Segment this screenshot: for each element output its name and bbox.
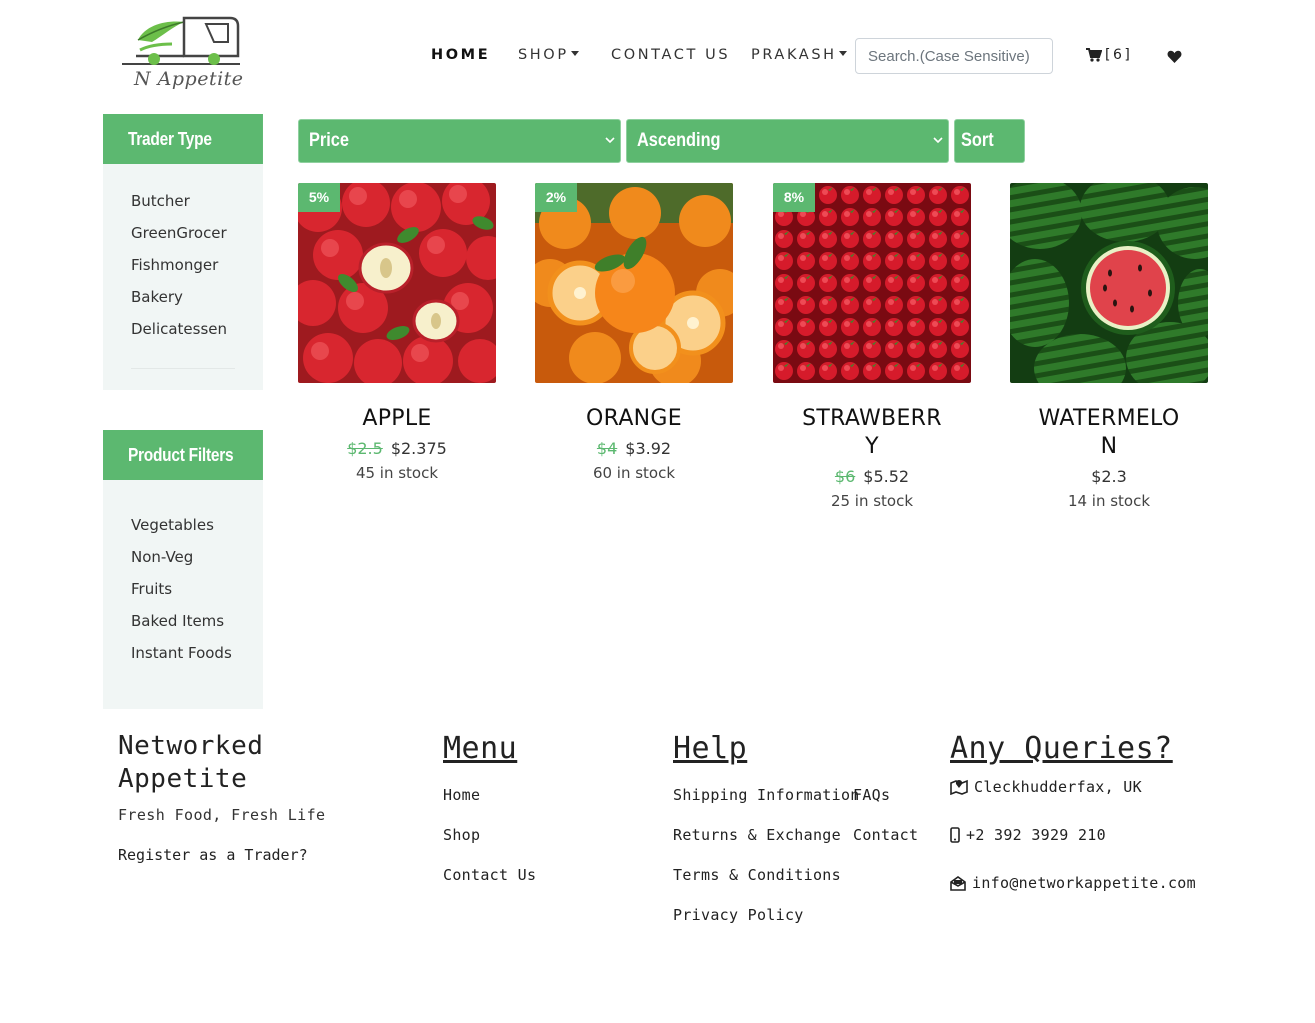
footer-email: info@networkappetite.com xyxy=(950,874,1196,892)
footer-link-returns[interactable]: Returns & Exchange xyxy=(673,826,841,844)
apples-photo xyxy=(298,183,496,383)
footer-menu-title: Menu xyxy=(443,731,518,766)
product-card-strawberry[interactable]: 8% STRAWBERRY $6 $5.52 25 in stock xyxy=(773,183,971,510)
product-card-apple[interactable]: 5% APPLE $2.5 $2.375 45 in stock xyxy=(298,183,496,482)
logo-text: N Appetite xyxy=(134,68,244,90)
site-logo[interactable]: N Appetite xyxy=(118,12,246,102)
footer-link-faqs[interactable]: FAQs xyxy=(853,786,890,804)
sort-by-button[interactable]: Sort By xyxy=(954,119,1025,193)
original-price: $2.5 xyxy=(347,439,383,458)
product-card-orange[interactable]: 2% ORANGE $4 $3.92 60 in stock xyxy=(535,183,733,482)
trader-type-panel: Trader Type Butcher GreenGrocer Fishmong… xyxy=(103,114,263,390)
discount-badge: 2% xyxy=(535,183,577,212)
footer-phone: +2 392 3929 210 xyxy=(950,826,1106,844)
footer-brand: Networked Appetite xyxy=(118,730,263,796)
product-name[interactable]: APPLE xyxy=(298,405,496,433)
address-text: Cleckhudderfax, UK xyxy=(974,778,1142,796)
footer-link-terms[interactable]: Terms & Conditions xyxy=(673,866,841,884)
chevron-down-icon xyxy=(838,51,847,56)
phone-text: +2 392 3929 210 xyxy=(966,826,1106,844)
product-price: $4 $3.92 xyxy=(535,439,733,458)
chevron-down-icon xyxy=(933,137,943,144)
discount-badge: 8% xyxy=(773,183,815,212)
strawberries-photo xyxy=(773,183,971,383)
chevron-down-icon xyxy=(570,51,579,56)
cart-count: [6] xyxy=(1105,47,1133,63)
wishlist-button[interactable] xyxy=(1167,49,1182,68)
sort-field-select[interactable]: Price xyxy=(298,119,621,163)
footer-link-contact[interactable]: Contact xyxy=(853,826,918,844)
trader-fishmonger[interactable]: Fishmonger xyxy=(131,256,218,274)
sale-price: $2.375 xyxy=(390,439,447,458)
watermelons-photo xyxy=(1010,183,1208,383)
product-price: $2.5 $2.375 xyxy=(298,439,496,458)
filter-instant-foods[interactable]: Instant Foods xyxy=(131,644,232,662)
footer-brand-line2: Appetite xyxy=(118,764,248,794)
sort-order-select[interactable]: Ascending xyxy=(626,119,949,163)
sale-price: $3.92 xyxy=(625,439,672,458)
map-marker-icon xyxy=(950,779,968,795)
sort-field-value: Price xyxy=(309,130,349,151)
footer-queries-title: Any Queries? xyxy=(950,731,1173,766)
stock-count: 45 in stock xyxy=(355,464,439,482)
nav-home[interactable]: HOME xyxy=(431,47,490,63)
footer-link-home[interactable]: Home xyxy=(443,786,480,804)
nav-user-menu[interactable]: PRAKASH xyxy=(751,47,847,63)
filter-vegetables[interactable]: Vegetables xyxy=(131,516,214,534)
product-image-orange[interactable]: 2% xyxy=(535,183,733,383)
filter-baked-items[interactable]: Baked Items xyxy=(131,612,224,630)
stock-count: 14 in stock xyxy=(1067,492,1151,510)
divider xyxy=(131,368,235,369)
product-card-watermelon[interactable]: WATERMELON $2.3 14 in stock xyxy=(1010,183,1208,510)
footer-tagline: Fresh Food, Fresh Life xyxy=(118,806,326,824)
footer-address: Cleckhudderfax, UK xyxy=(950,778,1142,796)
product-price: $6 $5.52 xyxy=(773,467,971,486)
footer-link-contact-us[interactable]: Contact Us xyxy=(443,866,536,884)
shopping-cart-icon xyxy=(1086,48,1102,62)
discount-badge: 5% xyxy=(298,183,340,212)
email-text[interactable]: info@networkappetite.com xyxy=(972,874,1196,892)
product-price: $2.3 xyxy=(1010,467,1208,486)
search-input[interactable] xyxy=(855,38,1053,74)
trader-greengrocer[interactable]: GreenGrocer xyxy=(131,224,227,242)
nav-shop[interactable]: SHOP xyxy=(518,47,579,63)
nav-contact[interactable]: CONTACT US xyxy=(611,47,730,63)
filter-non-veg[interactable]: Non-Veg xyxy=(131,548,193,566)
nav-user-label: PRAKASH xyxy=(751,47,837,63)
original-price: $4 xyxy=(596,439,618,458)
footer-link-shipping[interactable]: Shipping Information xyxy=(673,786,860,804)
trader-delicatessen[interactable]: Delicatessen xyxy=(131,320,227,338)
product-image-apple[interactable]: 5% xyxy=(298,183,496,383)
filter-fruits[interactable]: Fruits xyxy=(131,580,172,598)
footer-link-shop[interactable]: Shop xyxy=(443,826,480,844)
heart-icon xyxy=(1167,50,1182,63)
product-name[interactable]: STRAWBERRY xyxy=(773,405,971,461)
original-price: $6 xyxy=(834,467,856,486)
nav-shop-label: SHOP xyxy=(518,47,569,63)
envelope-open-icon xyxy=(950,875,966,891)
chevron-down-icon xyxy=(605,137,615,144)
trader-bakery[interactable]: Bakery xyxy=(131,288,183,306)
cart-button[interactable]: [6] xyxy=(1086,47,1132,63)
trader-type-title: Trader Type xyxy=(103,114,263,164)
register-trader-link[interactable]: Register as a Trader? xyxy=(118,846,308,864)
footer-link-privacy[interactable]: Privacy Policy xyxy=(673,906,804,924)
product-name[interactable]: ORANGE xyxy=(535,405,733,433)
delivery-truck-icon xyxy=(122,16,240,65)
trader-butcher[interactable]: Butcher xyxy=(131,192,190,210)
product-name[interactable]: WATERMELON xyxy=(1010,405,1208,461)
product-filters-panel: Product Filters Vegetables Non-Veg Fruit… xyxy=(103,430,263,709)
stock-count: 25 in stock xyxy=(830,492,914,510)
product-image-strawberry[interactable]: 8% xyxy=(773,183,971,383)
footer-help-title: Help xyxy=(673,731,748,766)
mobile-phone-icon xyxy=(950,827,960,843)
product-filters-title: Product Filters xyxy=(103,430,263,480)
footer-brand-line1: Networked xyxy=(118,731,264,761)
stock-count: 60 in stock xyxy=(592,464,676,482)
sale-price: $5.52 xyxy=(863,467,910,486)
sale-price: $2.3 xyxy=(1091,467,1127,486)
oranges-photo xyxy=(535,183,733,383)
sort-order-value: Ascending xyxy=(637,130,721,151)
product-image-watermelon[interactable] xyxy=(1010,183,1208,383)
